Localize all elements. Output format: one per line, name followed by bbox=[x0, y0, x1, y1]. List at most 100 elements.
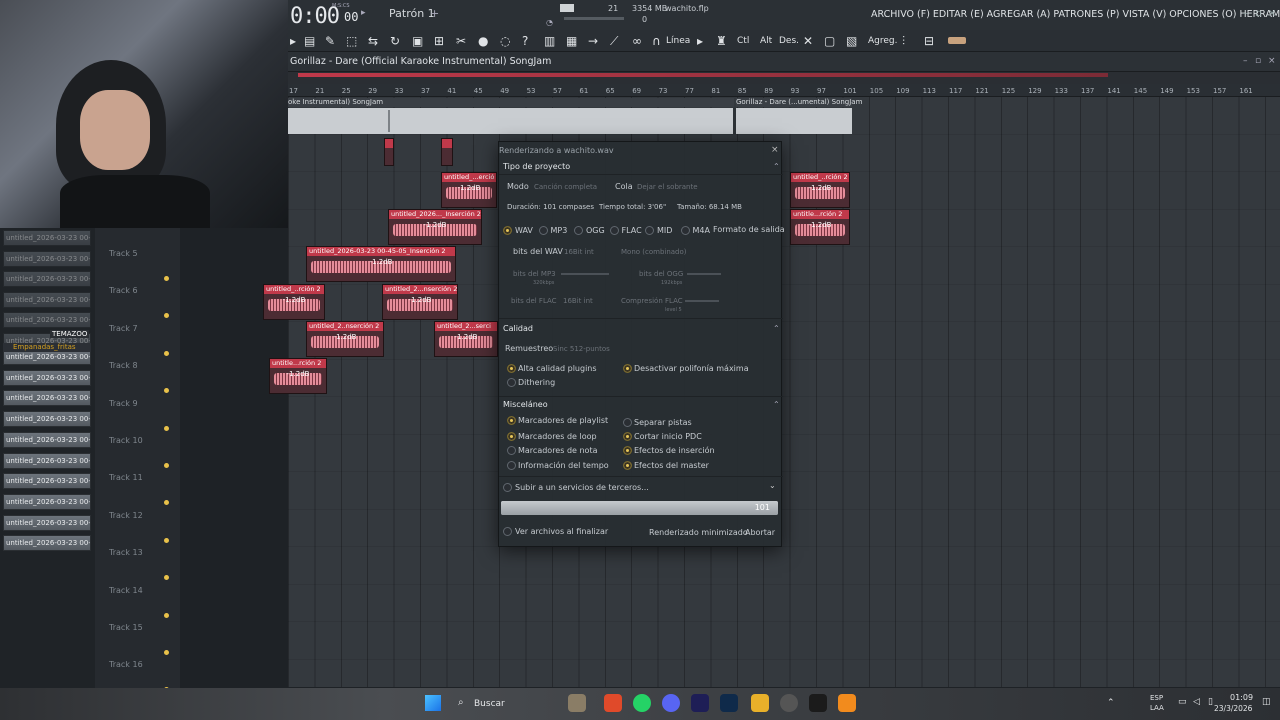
clip[interactable]: untitled_2...nserción 2 -1.2dB bbox=[382, 284, 458, 320]
format-radio[interactable] bbox=[680, 226, 690, 235]
ctl-button[interactable]: Ctl bbox=[737, 36, 749, 46]
paste-icon[interactable]: ▧ bbox=[846, 34, 857, 48]
channel-button[interactable]: untitled_2026-03-23 00- bbox=[3, 452, 91, 469]
timeline-ruler[interactable] bbox=[288, 84, 1280, 97]
track-label[interactable]: Track 5 bbox=[109, 249, 138, 258]
misc-option-checkbox[interactable] bbox=[507, 446, 516, 455]
restore-icon[interactable]: ▫ bbox=[1255, 8, 1262, 19]
network-icon[interactable]: ▭ bbox=[1178, 697, 1187, 707]
brave-icon[interactable] bbox=[604, 694, 622, 712]
clip[interactable]: untitled_2..nserción 2 -1.2dB bbox=[306, 321, 384, 357]
channel-button[interactable]: untitled_2026-03-23 00- bbox=[3, 473, 91, 490]
clip[interactable]: untitle...rción 2 -1.2dB bbox=[269, 358, 327, 394]
file-icon[interactable]: ▤ bbox=[304, 34, 315, 48]
resample-select[interactable]: Sinc 512-puntos bbox=[553, 345, 610, 353]
track-enable-led[interactable] bbox=[164, 463, 169, 468]
track-enable-led[interactable] bbox=[164, 350, 169, 356]
format-radio[interactable] bbox=[574, 226, 583, 235]
quality-option-checkbox[interactable] bbox=[623, 364, 632, 373]
clip[interactable] bbox=[384, 138, 394, 166]
whatsapp-icon[interactable] bbox=[633, 694, 651, 712]
close-icon[interactable]: × bbox=[1268, 8, 1276, 19]
channel-button[interactable]: untitled_2026-03-23 00- bbox=[3, 291, 91, 308]
playlist-close-icon[interactable]: × bbox=[1268, 56, 1276, 66]
channel-button[interactable]: untitled_2026-03-23 00- bbox=[3, 390, 91, 407]
clock-time[interactable]: 01:09 bbox=[1230, 693, 1253, 702]
track-label[interactable]: Track 13 bbox=[109, 548, 143, 557]
flac-bits-select[interactable]: 16Bit int bbox=[563, 297, 593, 305]
taskbar-search[interactable]: Buscar bbox=[474, 699, 505, 709]
link-icon[interactable]: ∞ bbox=[632, 34, 642, 48]
master-volume-slider[interactable] bbox=[564, 17, 624, 20]
clip[interactable]: untitled_2...serci -1.2dB bbox=[434, 321, 498, 357]
channel-button[interactable]: untitled_2026-03-23 00- bbox=[3, 431, 91, 448]
format-radio[interactable] bbox=[609, 226, 619, 235]
channel-button[interactable]: untitled_2026-03-23 00- bbox=[3, 411, 91, 428]
stamp-icon[interactable]: ♜ bbox=[716, 34, 727, 48]
add-pattern-icon[interactable]: + bbox=[430, 7, 439, 20]
loop-icon[interactable]: ↻ bbox=[390, 34, 400, 48]
clip[interactable]: untitled_...erció -1.2dB bbox=[441, 172, 497, 208]
brush-icon[interactable]: ⟋ bbox=[610, 34, 618, 49]
save-icon[interactable]: ▣ bbox=[412, 34, 423, 48]
track-label[interactable]: Track 10 bbox=[109, 436, 143, 445]
misc-option-checkbox[interactable] bbox=[623, 446, 632, 455]
notification-icon[interactable]: ◫ bbox=[1262, 697, 1271, 707]
playlist-min-icon[interactable]: – bbox=[1243, 56, 1248, 66]
app-icon[interactable] bbox=[780, 694, 798, 712]
next-icon[interactable]: → bbox=[588, 34, 598, 48]
playlist-max-icon[interactable]: ▫ bbox=[1255, 56, 1261, 66]
channel-button[interactable]: untitled_2026-03-23 00- bbox=[3, 250, 91, 267]
magnet-icon[interactable]: ∩ bbox=[652, 34, 661, 48]
ogg-bits-slider[interactable] bbox=[687, 273, 721, 275]
snap-selector[interactable]: Línea bbox=[666, 36, 690, 46]
epic-icon[interactable] bbox=[809, 694, 827, 712]
flac-compression-slider[interactable] bbox=[685, 300, 719, 302]
clip[interactable]: untitled_2026..._Inserción 2 -1.2dB bbox=[388, 209, 482, 245]
tray-arrow-icon[interactable]: ⌃ bbox=[1107, 698, 1115, 708]
minimize-icon[interactable]: – bbox=[1243, 8, 1248, 19]
wav-mode-select[interactable]: Mono (combinado) bbox=[621, 248, 687, 256]
piano-icon[interactable]: ▦ bbox=[566, 34, 577, 48]
search-icon[interactable]: ⌕ bbox=[458, 697, 464, 708]
misc-option-checkbox[interactable] bbox=[507, 416, 516, 425]
pattern-selector[interactable]: Patrón 1 bbox=[389, 7, 435, 20]
wav-bits-select[interactable]: 16Bit int bbox=[564, 248, 594, 256]
channel-button[interactable]: untitled_2026-03-23 00- bbox=[3, 535, 91, 552]
track-label[interactable]: Track 8 bbox=[109, 361, 138, 370]
track-label[interactable]: Track 11 bbox=[109, 473, 143, 482]
misc-option-checkbox[interactable] bbox=[623, 432, 632, 441]
quality-collapse-icon[interactable]: ⌃ bbox=[773, 324, 780, 333]
track-label[interactable]: Track 16 bbox=[109, 660, 143, 669]
misc-option-checkbox[interactable] bbox=[623, 461, 632, 470]
channel-button[interactable]: untitled_2026-03-23 00- bbox=[3, 230, 91, 246]
cut-icon[interactable]: ✂ bbox=[456, 34, 466, 48]
cart-icon[interactable]: ⊟ bbox=[924, 34, 934, 48]
misc-collapse-icon[interactable]: ⌃ bbox=[773, 400, 780, 409]
tail-select[interactable]: Dejar el sobrante bbox=[637, 183, 698, 191]
playlist-grid[interactable] bbox=[288, 97, 1280, 687]
track-enable-led[interactable] bbox=[164, 537, 169, 543]
channel-button[interactable]: untitled_2026-03-23 00- bbox=[3, 493, 91, 510]
clip[interactable]: untitled_..rción 2 -1.2dB bbox=[263, 284, 325, 320]
misc-option-checkbox[interactable] bbox=[507, 432, 516, 441]
help-icon[interactable]: ? bbox=[522, 34, 528, 48]
arrow-icon[interactable]: ▸ bbox=[290, 34, 296, 48]
clock-date[interactable]: 23/3/2026 bbox=[1214, 704, 1252, 713]
play-icon[interactable]: ▸ bbox=[361, 8, 366, 18]
clip[interactable] bbox=[441, 138, 453, 166]
photoshop-icon[interactable] bbox=[720, 694, 738, 712]
delete-icon[interactable]: ✕ bbox=[803, 34, 813, 48]
track-enable-led[interactable] bbox=[164, 650, 169, 655]
premiere-icon[interactable] bbox=[691, 694, 709, 712]
snap-arrow-icon[interactable]: ▸ bbox=[697, 34, 703, 48]
upload-expand-icon[interactable]: ⌄ bbox=[769, 481, 776, 490]
view-files-checkbox[interactable] bbox=[503, 527, 512, 536]
misc-option-checkbox[interactable] bbox=[507, 461, 516, 470]
track-label[interactable]: Track 9 bbox=[109, 399, 138, 408]
clip[interactable]: untitled_..rción 2 -1.2dB bbox=[790, 172, 850, 208]
dialog-close-icon[interactable]: × bbox=[771, 145, 779, 155]
slip-icon[interactable]: ⇆ bbox=[368, 34, 378, 48]
select-icon[interactable]: ⬚ bbox=[346, 34, 357, 48]
abort-button[interactable]: Abortar bbox=[745, 528, 775, 537]
